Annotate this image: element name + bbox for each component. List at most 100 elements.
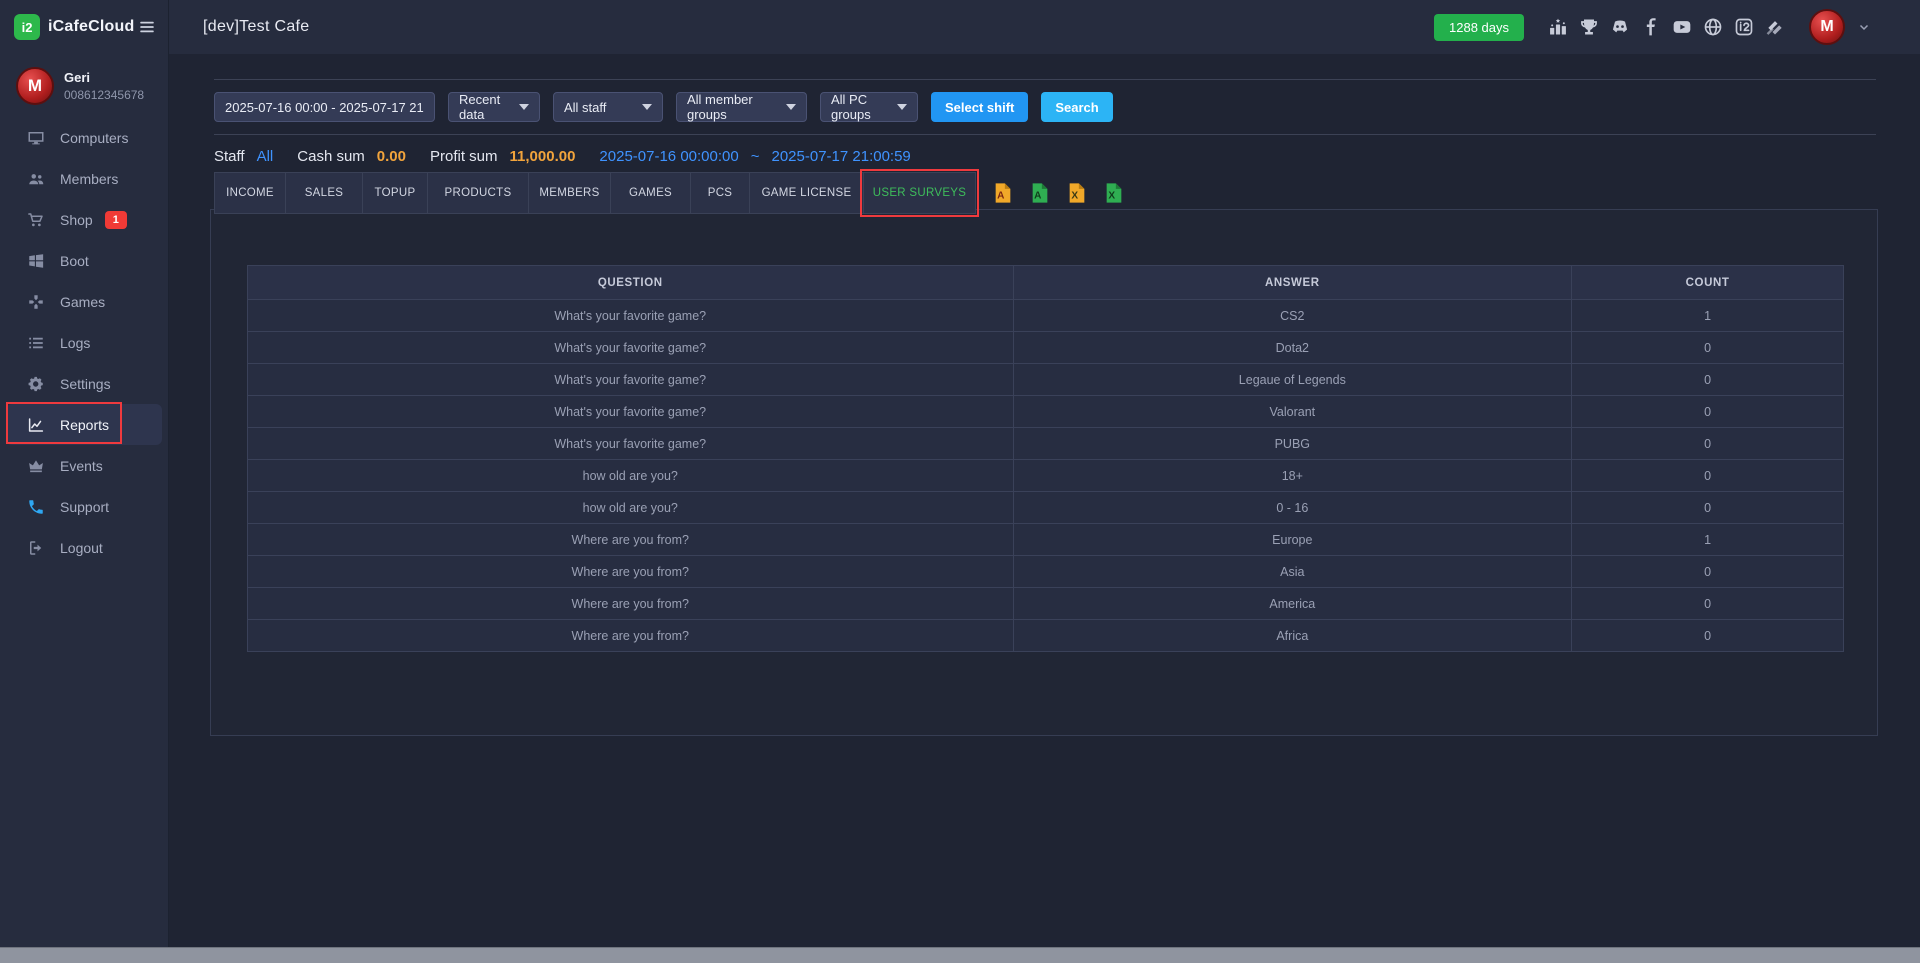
sidebar-item-label: Settings	[60, 376, 111, 392]
icafecloud-icon[interactable]	[1733, 16, 1755, 38]
count-cell: 0	[1572, 588, 1844, 620]
answer-cell: Europe	[1013, 524, 1572, 556]
column-question: QUESTION	[248, 266, 1014, 300]
question-cell: What's your favorite game?	[248, 396, 1014, 428]
pc-group-select[interactable]: All PC groups	[820, 92, 918, 122]
cash-sum-value: 0.00	[377, 148, 406, 165]
globe-icon[interactable]	[1702, 16, 1724, 38]
export-excel-green-icon[interactable]: X	[1103, 182, 1125, 204]
answer-cell: CS2	[1013, 300, 1572, 332]
crown-icon	[27, 457, 45, 475]
table-row: What's your favorite game? Dota2 0	[248, 332, 1844, 364]
main-content: Recent data All staff All member groups …	[170, 54, 1920, 947]
sidebar-item-logout[interactable]: Logout	[0, 527, 168, 568]
tab-members[interactable]: MEMBERS	[529, 173, 611, 213]
chevron-down-icon	[519, 104, 529, 110]
chevron-down-icon[interactable]	[1858, 21, 1870, 33]
sidebar-item-members[interactable]: Members	[0, 158, 168, 199]
divider-filter	[214, 134, 1876, 135]
phone-icon	[27, 498, 45, 516]
menu-toggle-icon[interactable]	[138, 18, 156, 36]
answer-cell: 0 - 16	[1013, 492, 1572, 524]
answer-cell: Valorant	[1013, 396, 1572, 428]
member-group-select[interactable]: All member groups	[676, 92, 807, 122]
staff-value[interactable]: All	[257, 148, 274, 165]
youtube-icon[interactable]	[1671, 16, 1693, 38]
svg-text:A: A	[997, 191, 1005, 202]
question-cell: What's your favorite game?	[248, 364, 1014, 396]
table-row: What's your favorite game? CS2 1	[248, 300, 1844, 332]
tab-games[interactable]: GAMES	[611, 173, 691, 213]
tab-income[interactable]: INCOME	[215, 173, 286, 213]
shop-badge: 1	[105, 211, 127, 229]
sidebar-item-computers[interactable]: Computers	[0, 117, 168, 158]
chart-line-icon	[27, 416, 45, 434]
column-count: COUNT	[1572, 266, 1844, 300]
facebook-icon[interactable]	[1640, 16, 1662, 38]
staff-label: Staff	[214, 148, 245, 165]
count-cell: 0	[1572, 428, 1844, 460]
divider-top	[214, 79, 1876, 80]
top-header: i2 iCafeCloud [dev]Test Cafe 1288 days	[0, 0, 1920, 54]
staff-select[interactable]: All staff	[553, 92, 663, 122]
tab-pcs[interactable]: PCS	[691, 173, 750, 213]
trophy-icon[interactable]	[1578, 16, 1600, 38]
user-avatar[interactable]: M	[1809, 9, 1845, 45]
table-row: What's your favorite game? Legaue of Leg…	[248, 364, 1844, 396]
select-shift-button[interactable]: Select shift	[931, 92, 1028, 122]
export-buttons: A A X X	[992, 182, 1125, 204]
survey-table: QUESTION ANSWER COUNT What's your favori…	[247, 265, 1844, 652]
question-cell: Where are you from?	[248, 620, 1014, 652]
table-row: how old are you? 0 - 16 0	[248, 492, 1844, 524]
search-button[interactable]: Search	[1041, 92, 1112, 122]
sidebar-item-label: Logs	[60, 335, 90, 351]
sidebar-item-settings[interactable]: Settings	[0, 363, 168, 404]
tab-sales[interactable]: SALES	[286, 173, 363, 213]
export-pdf-orange-icon[interactable]: A	[992, 182, 1014, 204]
sidebar-item-label: Shop	[60, 212, 93, 228]
header-actions: 1288 days M	[1434, 9, 1920, 45]
tab-products[interactable]: PRODUCTS	[428, 173, 529, 213]
ranking-icon[interactable]	[1547, 16, 1569, 38]
filter-bar: Recent data All staff All member groups …	[214, 92, 1113, 122]
sidebar-item-label: Computers	[60, 130, 128, 146]
date-range-input[interactable]	[214, 92, 435, 122]
gamepad-icon	[27, 293, 45, 311]
answer-cell: Asia	[1013, 556, 1572, 588]
brand-name: iCafeCloud	[48, 18, 134, 36]
sidebar-item-events[interactable]: Events	[0, 445, 168, 486]
sidebar: M Geri 008612345678 Computers Members Sh…	[0, 54, 169, 947]
sidebar-item-boot[interactable]: Boot	[0, 240, 168, 281]
export-pdf-green-icon[interactable]: A	[1029, 182, 1051, 204]
sidebar-item-logs[interactable]: Logs	[0, 322, 168, 363]
license-days-badge[interactable]: 1288 days	[1434, 14, 1524, 41]
tab-topup[interactable]: TOPUP	[363, 173, 428, 213]
tab-user-surveys[interactable]: USER SURVEYS	[864, 173, 975, 213]
count-cell: 0	[1572, 332, 1844, 364]
sidebar-item-games[interactable]: Games	[0, 281, 168, 322]
sidebar-item-label: Logout	[60, 540, 103, 556]
table-row: how old are you? 18+ 0	[248, 460, 1844, 492]
answer-cell: Dota2	[1013, 332, 1572, 364]
discord-icon[interactable]	[1609, 16, 1631, 38]
column-answer: ANSWER	[1013, 266, 1572, 300]
sidebar-item-support[interactable]: Support	[0, 486, 168, 527]
question-cell: how old are you?	[248, 492, 1014, 524]
answer-cell: Legaue of Legends	[1013, 364, 1572, 396]
data-range-select[interactable]: Recent data	[448, 92, 540, 122]
sidebar-item-shop[interactable]: Shop 1	[0, 199, 168, 240]
chevron-down-icon	[897, 104, 907, 110]
gear-icon	[27, 375, 45, 393]
count-cell: 0	[1572, 492, 1844, 524]
export-excel-orange-icon[interactable]: X	[1066, 182, 1088, 204]
tab-game-license[interactable]: GAME LICENSE	[750, 173, 864, 213]
svg-text:A: A	[1034, 191, 1042, 202]
sidebar-item-label: Boot	[60, 253, 89, 269]
horizontal-scrollbar[interactable]	[0, 947, 1920, 963]
question-cell: What's your favorite game?	[248, 332, 1014, 364]
chevron-down-icon	[642, 104, 652, 110]
sidebar-item-reports[interactable]: Reports	[6, 404, 162, 445]
cart-icon	[27, 211, 45, 229]
brand: i2 iCafeCloud	[0, 0, 169, 54]
partners-icon[interactable]	[1764, 16, 1786, 38]
